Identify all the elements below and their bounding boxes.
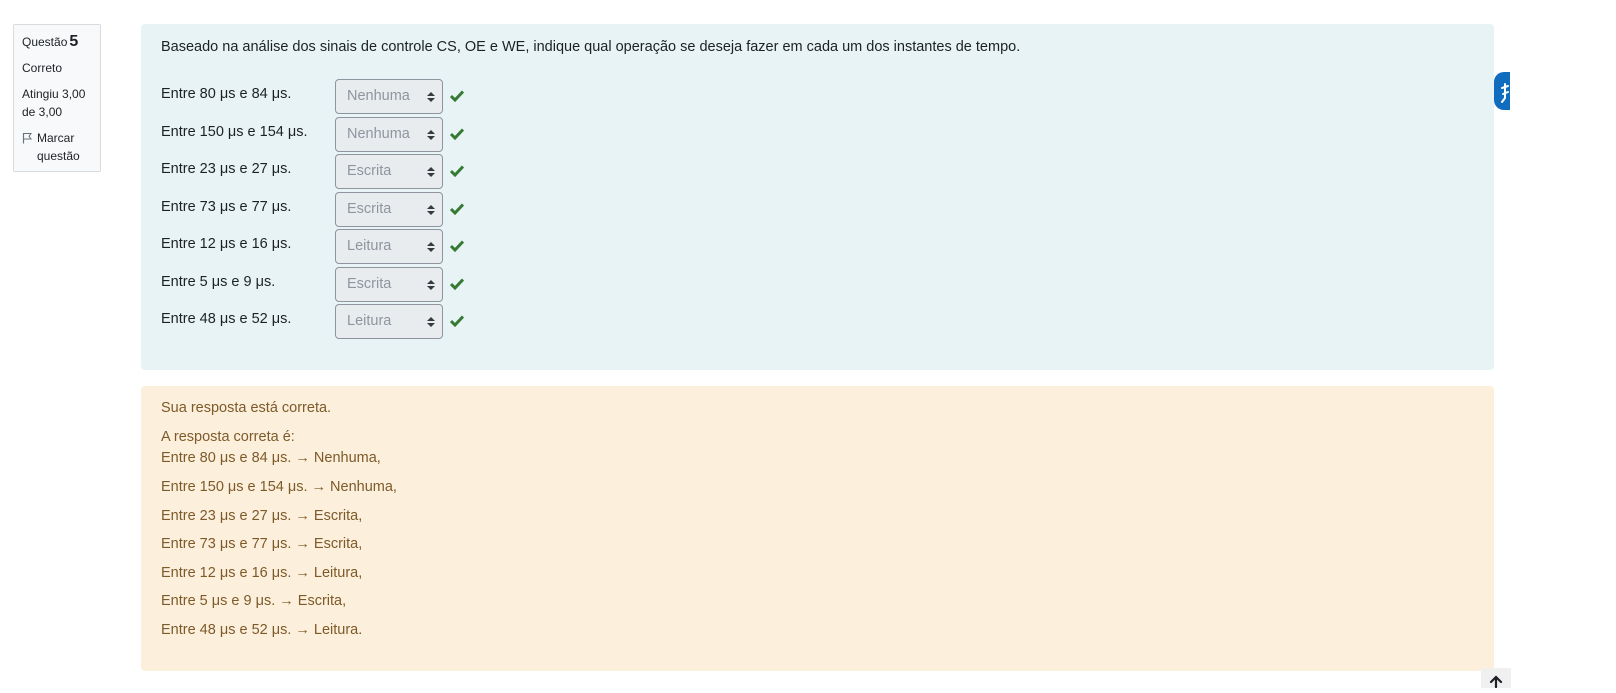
answer-row-label: Entre 12 μs e 16 μs. [161, 236, 292, 252]
check-icon [450, 203, 464, 215]
correct-answer-line: Entre 48 μs e 52 μs. → Leitura. [161, 622, 363, 638]
feedback-status: Sua resposta está correta. [161, 400, 332, 416]
answer-row: Entre 23 μs e 27 μs. Escrita [161, 154, 464, 190]
answer-select-value: Escrita [347, 163, 392, 179]
question-state: Correto [22, 61, 63, 75]
answer-row: Entre 5 μs e 9 μs. Escrita [161, 267, 464, 303]
answer-select-value: Escrita [347, 201, 392, 217]
answer-select[interactable]: Leitura [335, 229, 443, 264]
check-icon [450, 128, 464, 140]
flag-question-label: Marcar questão [37, 131, 80, 163]
correct-answer-intro: A resposta correta é: [161, 429, 295, 445]
question-text: Baseado na análise dos sinais de control… [161, 39, 1021, 55]
check-icon [450, 278, 464, 290]
accessibility-icon [1501, 83, 1509, 103]
answer-row-label: Entre 23 μs e 27 μs. [161, 161, 292, 177]
select-caret-icon [427, 205, 435, 215]
question-grade: Atingiu 3,00 de 3,00 [22, 87, 86, 119]
correct-answer-line: Entre 150 μs e 154 μs. → Nenhuma, [161, 479, 397, 495]
answer-select[interactable]: Nenhuma [335, 117, 443, 152]
answer-select[interactable]: Escrita [335, 154, 443, 189]
answer-select-value: Nenhuma [347, 88, 410, 104]
flag-icon [22, 133, 32, 144]
arrow-up-icon [1489, 675, 1503, 689]
answer-row: Entre 48 μs e 52 μs. Leitura [161, 304, 464, 340]
select-caret-icon [427, 167, 435, 177]
question-info-panel: Questão 5 Correto Atingiu 3,00 de 3,00 Ma… [13, 24, 101, 172]
answer-select[interactable]: Escrita [335, 192, 443, 227]
question-label: Questão [22, 35, 68, 49]
back-to-top-button[interactable] [1481, 668, 1511, 689]
correct-answer-line: Entre 80 μs e 84 μs. → Nenhuma, [161, 450, 381, 466]
answer-row-label: Entre 73 μs e 77 μs. [161, 199, 292, 215]
check-icon [450, 315, 464, 327]
question-formulation: Baseado na análise dos sinais de control… [141, 24, 1494, 370]
answer-row: Entre 150 μs e 154 μs. Nenhuma [161, 117, 464, 153]
answer-row-label: Entre 5 μs e 9 μs. [161, 274, 276, 290]
select-caret-icon [427, 92, 435, 102]
answer-select-value: Leitura [347, 238, 392, 254]
answer-row: Entre 80 μs e 84 μs. Nenhuma [161, 79, 464, 115]
answer-select-value: Escrita [347, 276, 392, 292]
answer-row: Entre 73 μs e 77 μs. Escrita [161, 192, 464, 228]
answer-row-label: Entre 80 μs e 84 μs. [161, 86, 292, 102]
select-caret-icon [427, 317, 435, 327]
answer-select-value: Leitura [347, 313, 392, 329]
answer-select[interactable]: Nenhuma [335, 79, 443, 114]
check-icon [450, 165, 464, 177]
feedback-box: Sua resposta está correta. A resposta cor… [141, 386, 1494, 671]
check-icon [450, 90, 464, 102]
answer-select[interactable]: Leitura [335, 304, 443, 339]
answer-row: Entre 12 μs e 16 μs. Leitura [161, 229, 464, 265]
select-caret-icon [427, 280, 435, 290]
question-number: Questão 5 [22, 33, 92, 51]
question-number-value: 5 [69, 33, 79, 50]
answer-row-label: Entre 48 μs e 52 μs. [161, 311, 292, 327]
answer-select-value: Nenhuma [347, 126, 410, 142]
select-caret-icon [427, 242, 435, 252]
check-icon [450, 240, 464, 252]
correct-answer-line: Entre 73 μs e 77 μs. → Escrita, [161, 536, 363, 552]
correct-answer-line: Entre 5 μs e 9 μs. → Escrita, [161, 593, 347, 609]
correct-answer-line: Entre 23 μs e 27 μs. → Escrita, [161, 508, 363, 524]
select-caret-icon [427, 130, 435, 140]
flag-question-link[interactable]: Marcar questão [22, 129, 92, 165]
correct-answer-line: Entre 12 μs e 16 μs. → Leitura, [161, 565, 363, 581]
answer-select[interactable]: Escrita [335, 267, 443, 302]
answer-row-label: Entre 150 μs e 154 μs. [161, 124, 308, 140]
accessibility-tab[interactable] [1494, 72, 1510, 110]
